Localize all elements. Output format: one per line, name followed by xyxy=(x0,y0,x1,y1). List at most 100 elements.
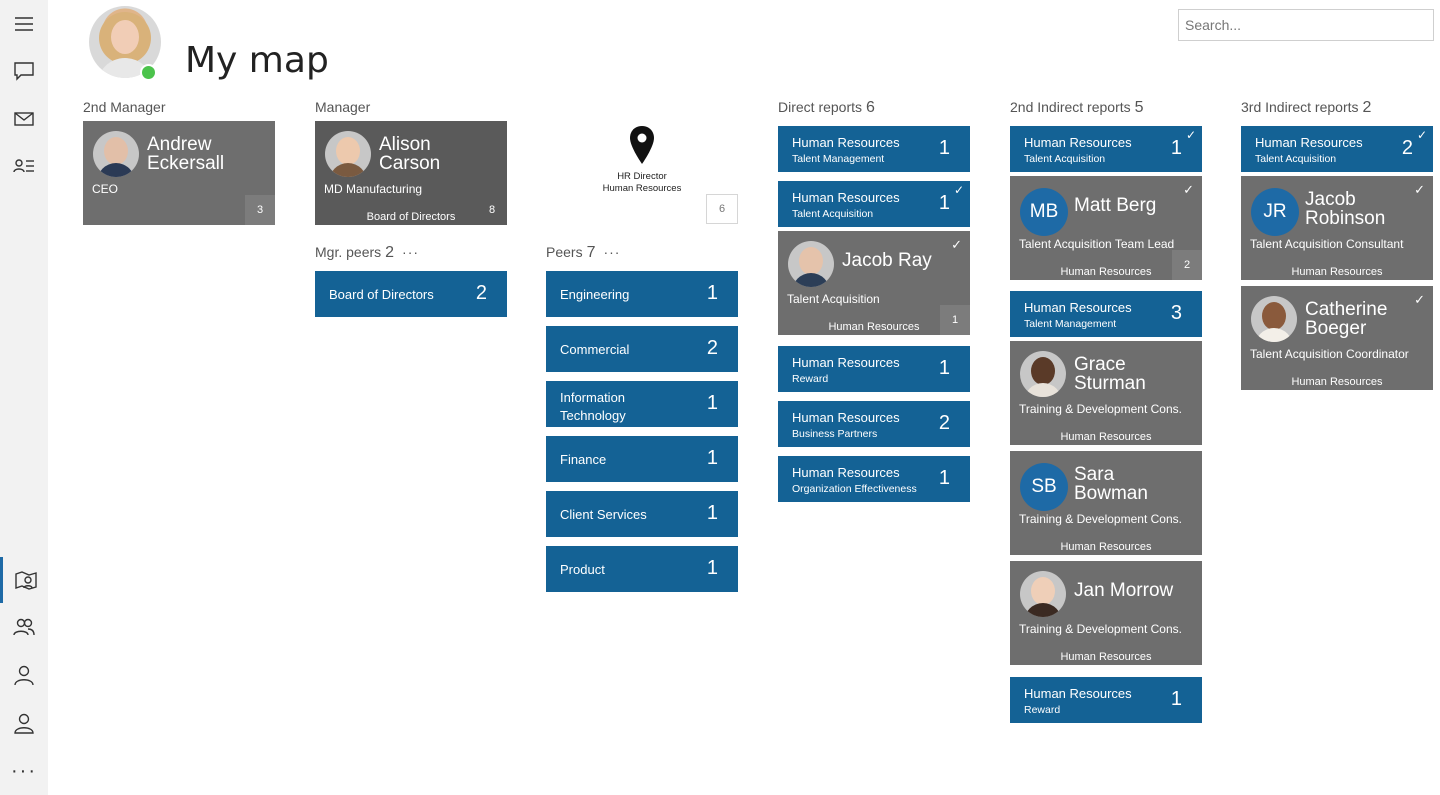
group-sub-label: Reward xyxy=(1024,704,1061,716)
group-count: 1 xyxy=(938,357,950,379)
peers-more-button[interactable]: ··· xyxy=(603,244,620,260)
presence-online-badge xyxy=(140,64,157,81)
checkmark-icon: ✓ xyxy=(1185,128,1196,142)
my-title: HR Director xyxy=(617,171,667,182)
person-last-name: Carson xyxy=(379,153,441,174)
peer-finance[interactable]: Finance 1 xyxy=(546,436,738,482)
indirect2-group-talent-management[interactable]: Human Resources Talent Management 3 xyxy=(1010,291,1202,337)
person-first-name: Grace xyxy=(1074,354,1126,375)
group-count: 1 xyxy=(938,467,950,489)
avatar-initials: MB xyxy=(1020,188,1068,236)
avatar xyxy=(788,241,834,287)
peer-engineering[interactable]: Engineering 1 xyxy=(546,271,738,317)
group-sub-label: Talent Management xyxy=(792,153,885,165)
group-count: 1 xyxy=(1170,688,1182,710)
contact-list-icon[interactable] xyxy=(0,143,48,189)
app-sidebar: ··· xyxy=(0,0,48,795)
mgr-peer-board-of-directors[interactable]: Board of Directors 2 xyxy=(315,271,507,317)
person-role: Talent Acquisition xyxy=(787,292,880,306)
person-card-jacob-robinson[interactable]: JR Jacob Robinson Talent Acquisition Cons… xyxy=(1241,176,1433,280)
group-label: Finance xyxy=(560,452,607,467)
group-department: Human Resources xyxy=(792,410,900,425)
reports-count: 1 xyxy=(940,305,970,335)
person-department: Human Resources xyxy=(1291,266,1383,278)
direct-group-talent-acquisition[interactable]: Human Resources Talent Acquisition 1 ✓ xyxy=(778,181,970,227)
group-sub-label: Reward xyxy=(792,373,829,385)
person-department: Human Resources xyxy=(1060,651,1152,663)
peer-client-services[interactable]: Client Services 1 xyxy=(546,491,738,537)
person-card-sara-bowman[interactable]: SB Sara Bowman Training & Development Con… xyxy=(1010,451,1202,555)
person-card-jacob-ray[interactable]: Jacob Ray Talent Acquisition Human Resou… xyxy=(778,231,970,335)
group-count: 1 xyxy=(706,557,718,579)
person-role: Training & Development Cons. xyxy=(1019,402,1182,416)
checkmark-icon: ✓ xyxy=(1183,182,1194,197)
person-name: Matt Berg xyxy=(1074,195,1157,216)
person-card-jan-morrow[interactable]: Jan Morrow Training & Development Cons. … xyxy=(1010,561,1202,665)
group-count: 2 xyxy=(706,337,718,359)
group-sub-label: Organization Effectiveness xyxy=(792,483,917,495)
checkmark-icon: ✓ xyxy=(1416,128,1427,142)
group-department: Human Resources xyxy=(792,190,900,205)
person-role: Talent Acquisition Coordinator xyxy=(1250,347,1409,361)
indirect2-group-reward[interactable]: Human Resources Reward 1 xyxy=(1010,677,1202,723)
group-department: Human Resources xyxy=(1255,135,1363,150)
group-label: Information Technology xyxy=(560,390,626,423)
search-input[interactable] xyxy=(1178,9,1434,41)
group-sub-label: Talent Acquisition xyxy=(1024,153,1106,165)
group-count: 1 xyxy=(938,137,950,159)
avatar xyxy=(1020,351,1066,397)
person-first-name: Andrew xyxy=(147,134,212,155)
person-role: Training & Development Cons. xyxy=(1019,622,1182,636)
group-department: Human Resources xyxy=(1024,300,1132,315)
person-icon[interactable] xyxy=(0,652,48,698)
person-card-grace-sturman[interactable]: Grace Sturman Training & Development Cons… xyxy=(1010,341,1202,445)
hamburger-menu-icon[interactable] xyxy=(0,1,48,47)
peer-product[interactable]: Product 1 xyxy=(546,546,738,592)
column-header-3rd-indirect: 3rd Indirect reports 2 xyxy=(1241,99,1372,116)
checkmark-icon: ✓ xyxy=(1414,182,1425,197)
person-last-name: Boeger xyxy=(1305,318,1367,339)
person-card-catherine-boeger[interactable]: Catherine Boeger Talent Acquisition Coord… xyxy=(1241,286,1433,390)
peer-information-technology[interactable]: Information Technology 1 xyxy=(546,381,738,427)
page-title: My map xyxy=(185,40,329,81)
direct-group-organization-effectiveness[interactable]: Human Resources Organization Effectivene… xyxy=(778,456,970,502)
column-header-direct-reports: Direct reports 6 xyxy=(778,99,875,116)
group-sub-label: Business Partners xyxy=(792,428,878,440)
my-department: Human Resources xyxy=(602,183,682,194)
group-label: Commercial xyxy=(560,342,630,357)
group-count: 1 xyxy=(706,502,718,524)
person-card-alison-carson[interactable]: Alison Carson MD Manufacturing Board of D… xyxy=(315,121,507,225)
mail-icon[interactable] xyxy=(0,96,48,142)
group-department: Human Resources xyxy=(792,355,900,370)
more-icon[interactable]: ··· xyxy=(0,748,48,794)
group-department: Human Resources xyxy=(1024,135,1132,150)
direct-group-reward[interactable]: Human Resources Reward 1 xyxy=(778,346,970,392)
peer-commercial[interactable]: Commercial 2 xyxy=(546,326,738,372)
group-department: Human Resources xyxy=(1024,686,1132,701)
group-label: Board of Directors xyxy=(329,287,434,302)
people-icon[interactable] xyxy=(0,604,48,650)
group-count: 1 xyxy=(706,392,718,414)
person-card-matt-berg[interactable]: MB Matt Berg Talent Acquisition Team Lea… xyxy=(1010,176,1202,280)
column-header-2nd-manager: 2nd Manager xyxy=(83,99,166,115)
profile-icon[interactable] xyxy=(0,700,48,746)
location-pin-icon xyxy=(630,126,654,164)
indirect3-group-talent-acquisition[interactable]: Human Resources Talent Acquisition 2 ✓ xyxy=(1241,126,1433,172)
direct-group-business-partners[interactable]: Human Resources Business Partners 2 xyxy=(778,401,970,447)
person-card-andrew-eckersall[interactable]: Andrew Eckersall CEO 3 xyxy=(83,121,275,225)
group-label: Engineering xyxy=(560,287,630,302)
map-icon[interactable] xyxy=(0,557,48,603)
group-sub-label: Talent Management xyxy=(1024,318,1117,330)
indirect2-group-talent-acquisition[interactable]: Human Resources Talent Acquisition 1 ✓ xyxy=(1010,126,1202,172)
person-role: CEO xyxy=(92,182,119,196)
mgr-peers-more-button[interactable]: ··· xyxy=(402,244,419,260)
direct-group-talent-management[interactable]: Human Resources Talent Management 1 xyxy=(778,126,970,172)
chat-icon[interactable] xyxy=(0,48,48,94)
my-reports-count[interactable]: 6 xyxy=(706,194,738,224)
person-department: Human Resources xyxy=(1060,541,1152,553)
group-department: Human Resources xyxy=(792,135,900,150)
group-department: Human Resources xyxy=(792,465,900,480)
reports-count: 2 xyxy=(1172,250,1202,280)
column-header-mgr-peers: Mgr. peers 2 ··· xyxy=(315,244,420,261)
person-first-name: Jacob xyxy=(1305,189,1356,210)
